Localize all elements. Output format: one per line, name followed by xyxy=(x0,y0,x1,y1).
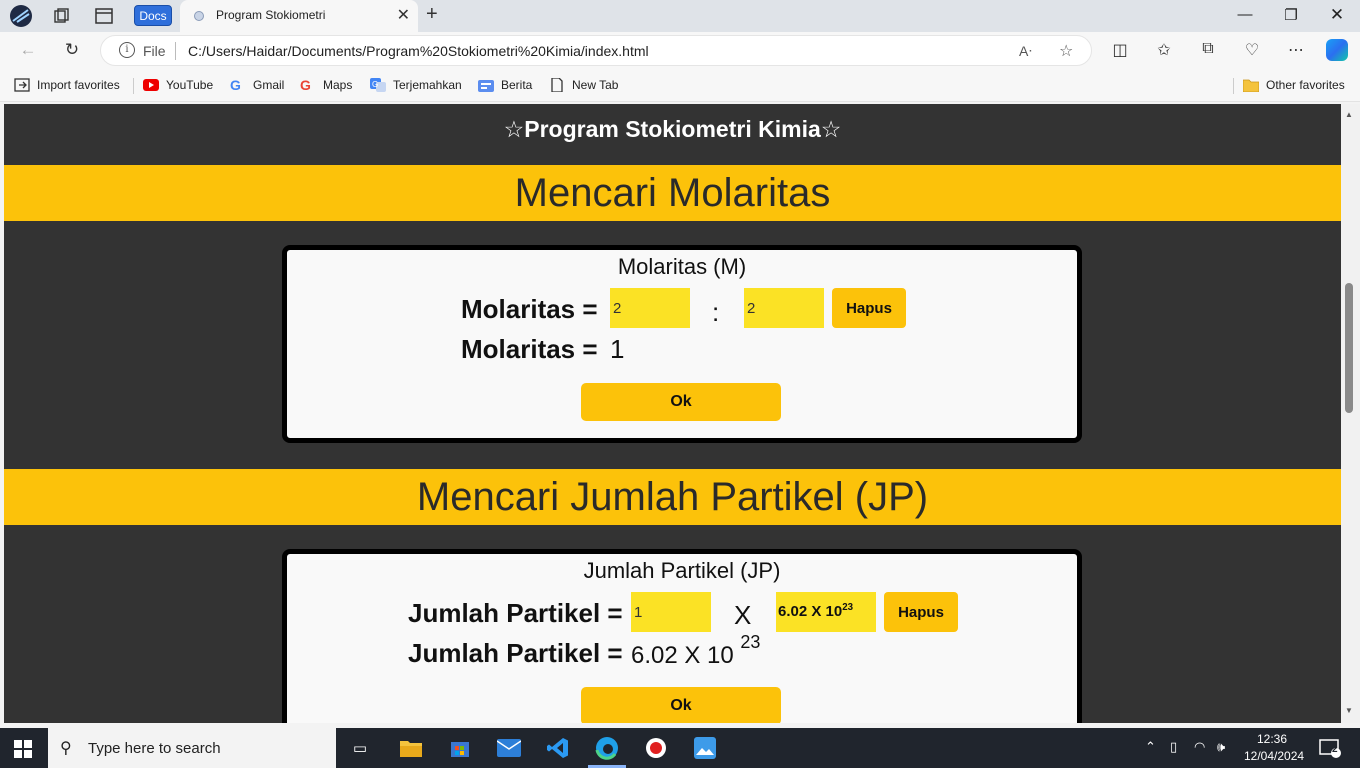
page-viewport: ☆Program Stokiometri Kimia☆ Mencari Mola… xyxy=(4,104,1341,723)
split-screen-icon[interactable]: ◫ xyxy=(1108,40,1132,60)
copilot-icon[interactable] xyxy=(1326,39,1348,61)
address-bar[interactable]: i File C:/Users/Haidar/Documents/Program… xyxy=(100,35,1092,66)
workspaces-icon[interactable] xyxy=(50,4,74,28)
url-divider xyxy=(175,42,176,60)
jp-input-mol[interactable] xyxy=(631,592,711,632)
favorite-star-icon[interactable]: ☆ xyxy=(1059,41,1073,61)
google-icon: G xyxy=(230,77,241,93)
docs-tab-group[interactable]: Docs xyxy=(134,5,172,26)
show-hidden-icons-icon[interactable]: ⌃ xyxy=(1145,739,1156,755)
favorites-bar: Import favorites YouTube G Gmail G Maps … xyxy=(0,70,1360,102)
ok-button[interactable]: Ok xyxy=(581,383,781,421)
battery-icon[interactable]: ▯ xyxy=(1170,739,1177,755)
jumlah-partikel-card: Jumlah Partikel (JP) Jumlah Partikel = X… xyxy=(282,549,1082,723)
minimize-icon[interactable]: — xyxy=(1230,6,1260,23)
news-icon xyxy=(478,80,494,92)
wifi-icon[interactable]: ◠ xyxy=(1194,739,1205,755)
jp-result-label: Jumlah Partikel = xyxy=(408,638,623,668)
screen-recorder-icon[interactable] xyxy=(642,734,670,762)
photos-icon[interactable] xyxy=(691,734,719,762)
page-scrollbar[interactable]: ▲ ▼ xyxy=(1341,104,1360,723)
page-icon xyxy=(551,78,563,92)
fav-youtube[interactable]: YouTube xyxy=(143,78,213,92)
back-icon[interactable]: ← xyxy=(16,40,40,62)
vscode-icon[interactable] xyxy=(544,734,572,762)
tab-actions-icon[interactable] xyxy=(92,4,116,28)
fav-terjemahkan[interactable]: G Terjemahkan xyxy=(370,78,462,92)
task-view-icon[interactable]: ▭ xyxy=(346,734,374,762)
tab-program-stokiometri[interactable]: Program Stokiometri ✕ xyxy=(180,0,418,32)
taskbar-search-box[interactable]: ⚲ Type here to search xyxy=(48,728,336,768)
molaritas-card: Molaritas (M) Molaritas = : Hapus Molari… xyxy=(282,245,1082,443)
url-scheme: File xyxy=(143,43,166,59)
taskbar-clock[interactable]: 12:36 12/04/2024 xyxy=(1244,731,1305,765)
translate-icon: G xyxy=(370,78,386,92)
new-tab-icon[interactable]: + xyxy=(426,3,438,26)
notification-count: 2 xyxy=(1332,744,1338,755)
youtube-icon xyxy=(143,79,159,91)
browser-tab-bar: Docs Program Stokiometri ✕ + — ❐ ✕ xyxy=(0,0,1360,32)
scroll-down-icon[interactable]: ▼ xyxy=(1345,706,1353,715)
restore-icon[interactable]: ❐ xyxy=(1276,6,1306,24)
fav-other-favorites[interactable]: Other favorites xyxy=(1243,78,1345,92)
import-icon xyxy=(14,78,30,92)
card-title: Molaritas (M) xyxy=(617,254,747,279)
mail-icon[interactable] xyxy=(495,734,523,762)
page-favicon-icon xyxy=(194,11,204,21)
fav-gmail[interactable]: G Gmail xyxy=(230,78,284,92)
fav-new-tab[interactable]: New Tab xyxy=(549,78,618,92)
more-menu-icon[interactable]: ⋯ xyxy=(1284,40,1308,60)
edge-icon[interactable] xyxy=(593,734,621,762)
edge-profile-icon[interactable] xyxy=(9,4,33,28)
microsoft-store-icon[interactable] xyxy=(446,734,474,762)
molaritas-input-2[interactable] xyxy=(744,288,824,328)
svg-text:G: G xyxy=(372,80,378,89)
search-placeholder: Type here to search xyxy=(88,740,221,757)
volume-icon[interactable]: 🕪 xyxy=(1217,739,1225,755)
notification-center-icon[interactable]: 2 xyxy=(1316,734,1344,762)
clock-date: 12/04/2024 xyxy=(1244,749,1305,763)
collections-icon[interactable]: ⧉ xyxy=(1196,40,1220,58)
google-icon: G xyxy=(300,77,311,93)
scrollbar-thumb[interactable] xyxy=(1345,283,1353,413)
tab-title: Program Stokiometri xyxy=(216,8,326,22)
section-heading-molaritas: Mencari Molaritas xyxy=(4,165,1341,221)
jp-result-value: 6.02 X 10 23 xyxy=(631,632,761,669)
molaritas-result-value: 1 xyxy=(610,334,625,364)
section-heading-jumlah-partikel: Mencari Jumlah Partikel (JP) xyxy=(4,469,1341,525)
molaritas-result-label: Molaritas = xyxy=(461,334,598,364)
molaritas-input-1[interactable] xyxy=(610,288,690,328)
browser-essentials-icon[interactable]: ♡ xyxy=(1240,40,1264,60)
close-window-icon[interactable]: ✕ xyxy=(1322,5,1352,25)
ok-button[interactable]: Ok xyxy=(581,687,781,723)
fav-maps[interactable]: G Maps xyxy=(300,78,352,92)
url-text[interactable]: C:/Users/Haidar/Documents/Program%20Stok… xyxy=(188,43,649,59)
jp-label: Jumlah Partikel = xyxy=(408,598,623,628)
site-title: ☆Program Stokiometri Kimia☆ xyxy=(503,116,842,142)
windows-start-icon[interactable] xyxy=(14,740,32,758)
close-tab-icon[interactable]: ✕ xyxy=(397,5,410,25)
hapus-button[interactable]: Hapus xyxy=(884,592,958,632)
scroll-up-icon[interactable]: ▲ xyxy=(1345,110,1353,119)
search-icon: ⚲ xyxy=(60,740,72,757)
fav-import-favorites[interactable]: Import favorites xyxy=(14,78,120,92)
favorites-divider xyxy=(1233,78,1234,94)
divide-operator: : xyxy=(712,297,720,327)
navigation-bar: ← ↻ i File C:/Users/Haidar/Documents/Pro… xyxy=(0,32,1360,70)
favorites-icon[interactable]: ✩ xyxy=(1152,40,1176,60)
multiply-operator: X xyxy=(734,600,752,630)
windows-taskbar: ⚲ Type here to search ▭ ⌃ ▯ ◠ 🕪 12:36 12… xyxy=(0,728,1360,768)
hapus-button[interactable]: Hapus xyxy=(832,288,906,328)
favorites-divider xyxy=(133,78,134,94)
fav-berita[interactable]: Berita xyxy=(478,78,532,92)
file-explorer-icon[interactable] xyxy=(397,734,425,762)
clock-time: 12:36 xyxy=(1256,732,1288,746)
info-icon[interactable]: i xyxy=(119,42,135,58)
read-aloud-icon[interactable]: Aᐧ xyxy=(1019,43,1032,60)
card-title: Jumlah Partikel (JP) xyxy=(583,558,781,583)
avogadro-constant: 6.02 X 1023 xyxy=(776,592,876,632)
molaritas-label: Molaritas = xyxy=(461,294,598,324)
folder-icon xyxy=(1243,79,1259,92)
refresh-icon[interactable]: ↻ xyxy=(60,40,84,62)
